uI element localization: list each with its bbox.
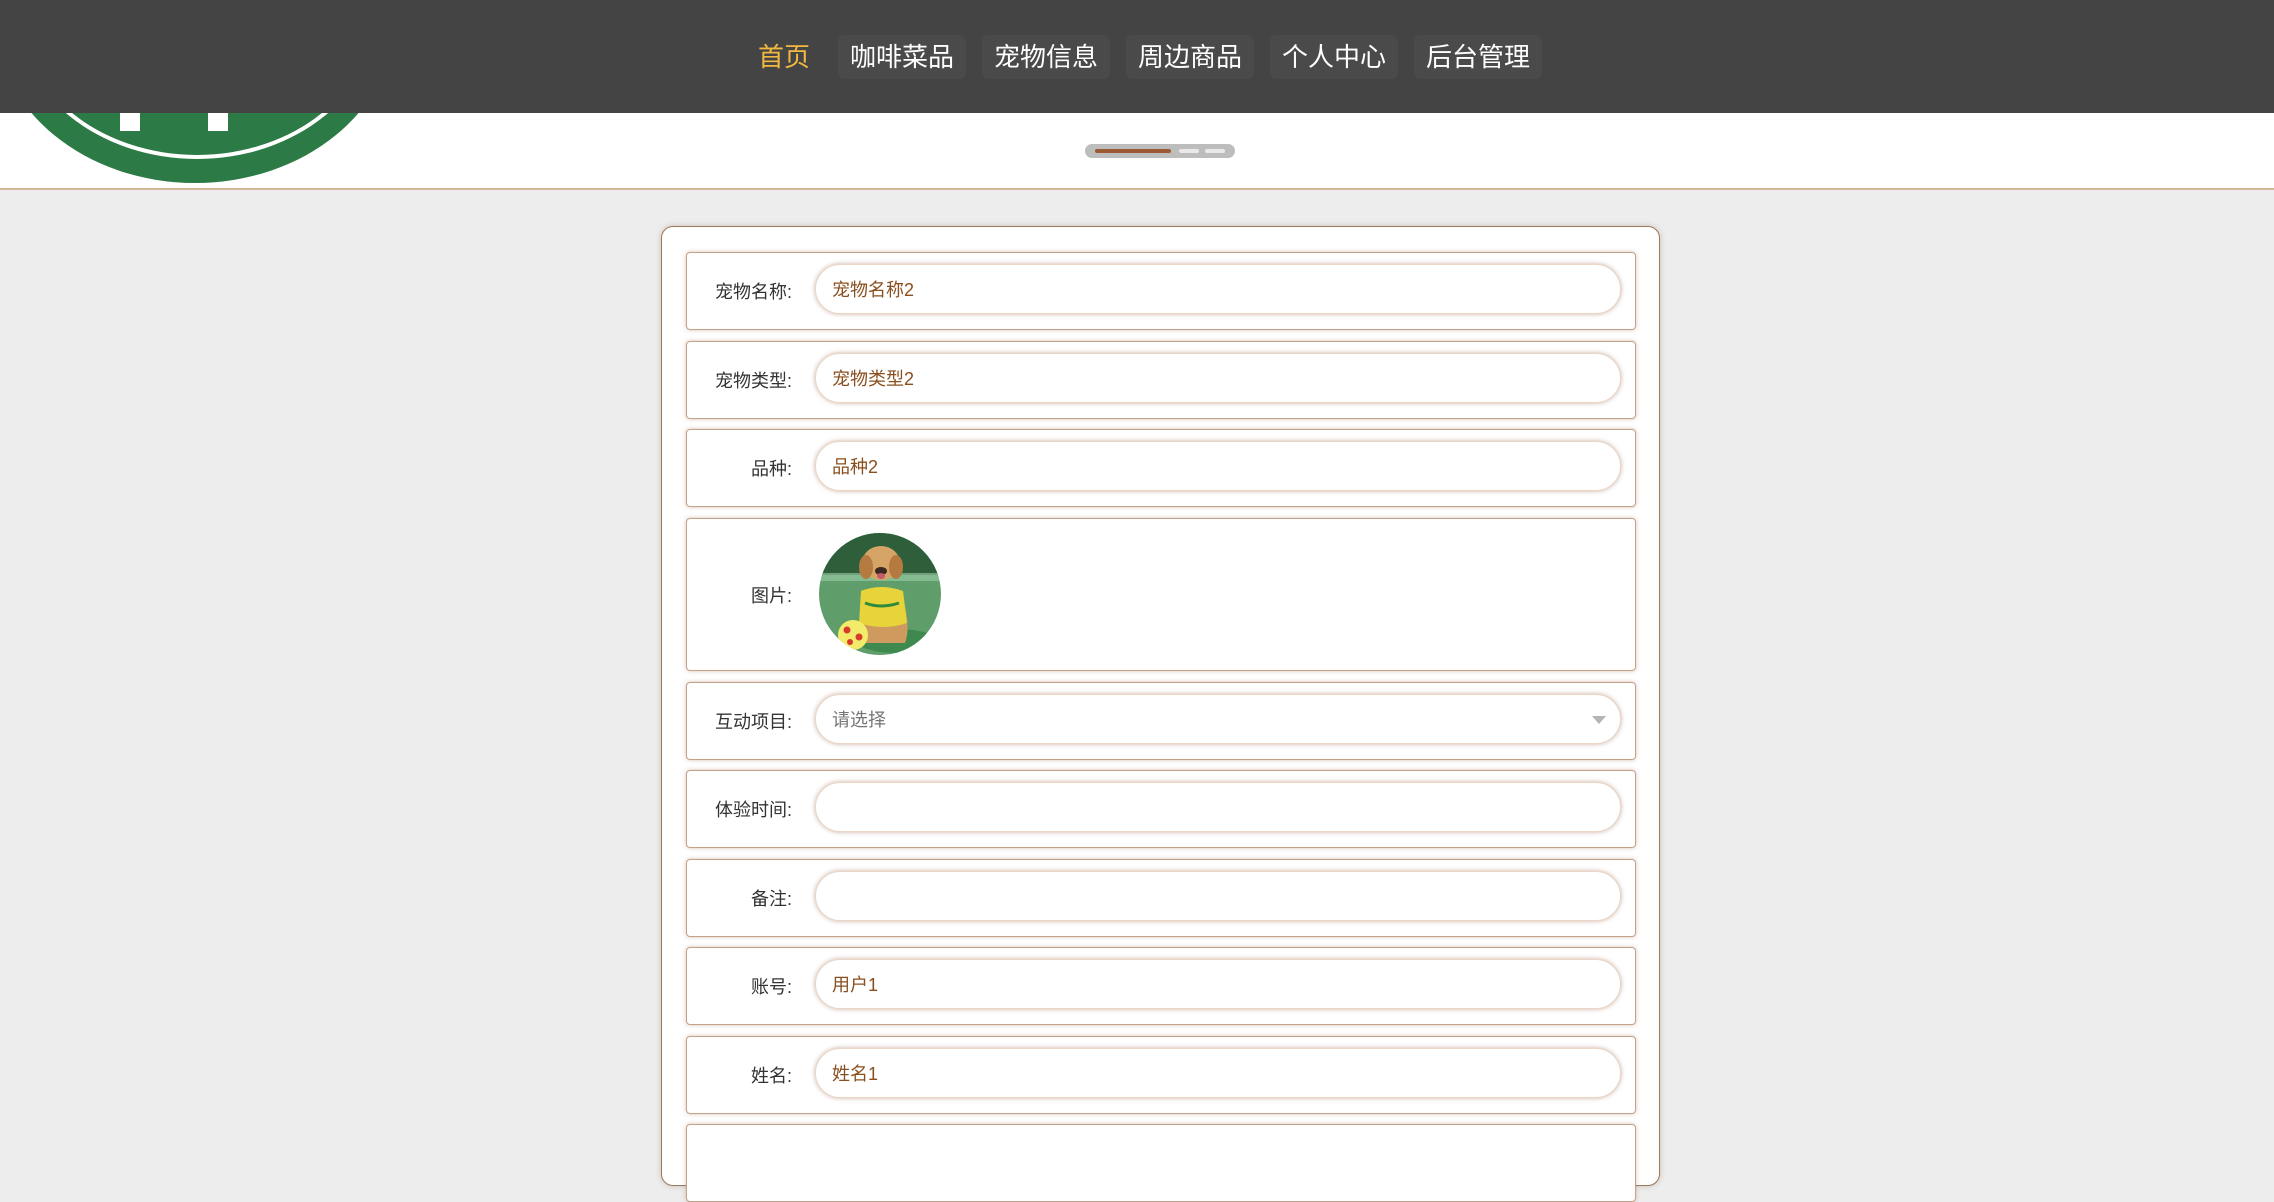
dog-photo-icon [819,533,941,655]
name-input[interactable] [815,1048,1621,1098]
account-label: 账号: [750,977,792,997]
activity-select[interactable]: 请选择 [815,694,1621,744]
form-row-name: 姓名: [686,1036,1636,1114]
nav-item-merchandise[interactable]: 周边商品 [1126,34,1255,79]
coffee-logo-mark [208,113,228,131]
pet-type-input[interactable] [815,353,1621,403]
nav-item-personal-center[interactable]: 个人中心 [1270,34,1399,79]
breed-input[interactable] [815,441,1621,491]
experience-time-label: 体验时间: [714,800,792,820]
form-row-image: 图片: [686,518,1636,671]
remarks-label: 备注: [750,889,792,909]
chevron-down-icon [1592,716,1606,724]
form-row-remarks: 备注: [686,859,1636,937]
pet-type-label: 宠物类型: [714,371,792,391]
nav-item-home[interactable]: 首页 [746,35,822,79]
remarks-input[interactable] [815,871,1621,921]
activity-select-placeholder: 请选择 [832,710,886,730]
form-row-pet-name: 宠物名称: [686,252,1636,330]
banner-carousel [0,113,2274,190]
carousel-dot-3[interactable] [1205,149,1225,153]
image-label: 图片: [750,585,792,606]
nav-menu: 首页 咖啡菜品 宠物信息 周边商品 个人中心 后台管理 [746,34,1543,79]
breed-label: 品种: [750,459,792,479]
form-row-activity: 互动项目: 请选择 [686,682,1636,760]
pet-photo[interactable] [819,533,941,655]
form-row-next [686,1124,1636,1202]
top-navbar: 首页 咖啡菜品 宠物信息 周边商品 个人中心 后台管理 [0,0,2274,113]
name-label: 姓名: [750,1066,792,1086]
form-row-pet-type: 宠物类型: [686,341,1636,419]
pet-name-input[interactable] [815,264,1621,314]
form-row-breed: 品种: [686,429,1636,507]
carousel-dot-2[interactable] [1179,149,1199,153]
activity-label: 互动项目: [714,712,792,732]
pet-name-label: 宠物名称: [714,282,792,302]
pet-booking-form: 宠物名称: 宠物类型: 品种: 图片: [661,226,1660,1202]
carousel-indicator [1085,144,1235,158]
nav-item-coffee-menu[interactable]: 咖啡菜品 [837,34,966,79]
account-input[interactable] [815,959,1621,1009]
form-row-account: 账号: [686,947,1636,1025]
experience-time-input[interactable] [815,782,1621,832]
nav-item-pet-info[interactable]: 宠物信息 [981,34,1110,79]
carousel-dot-1[interactable] [1095,149,1171,153]
nav-item-admin[interactable]: 后台管理 [1414,34,1543,79]
coffee-logo-mark [120,113,140,131]
form-row-experience-time: 体验时间: [686,770,1636,848]
